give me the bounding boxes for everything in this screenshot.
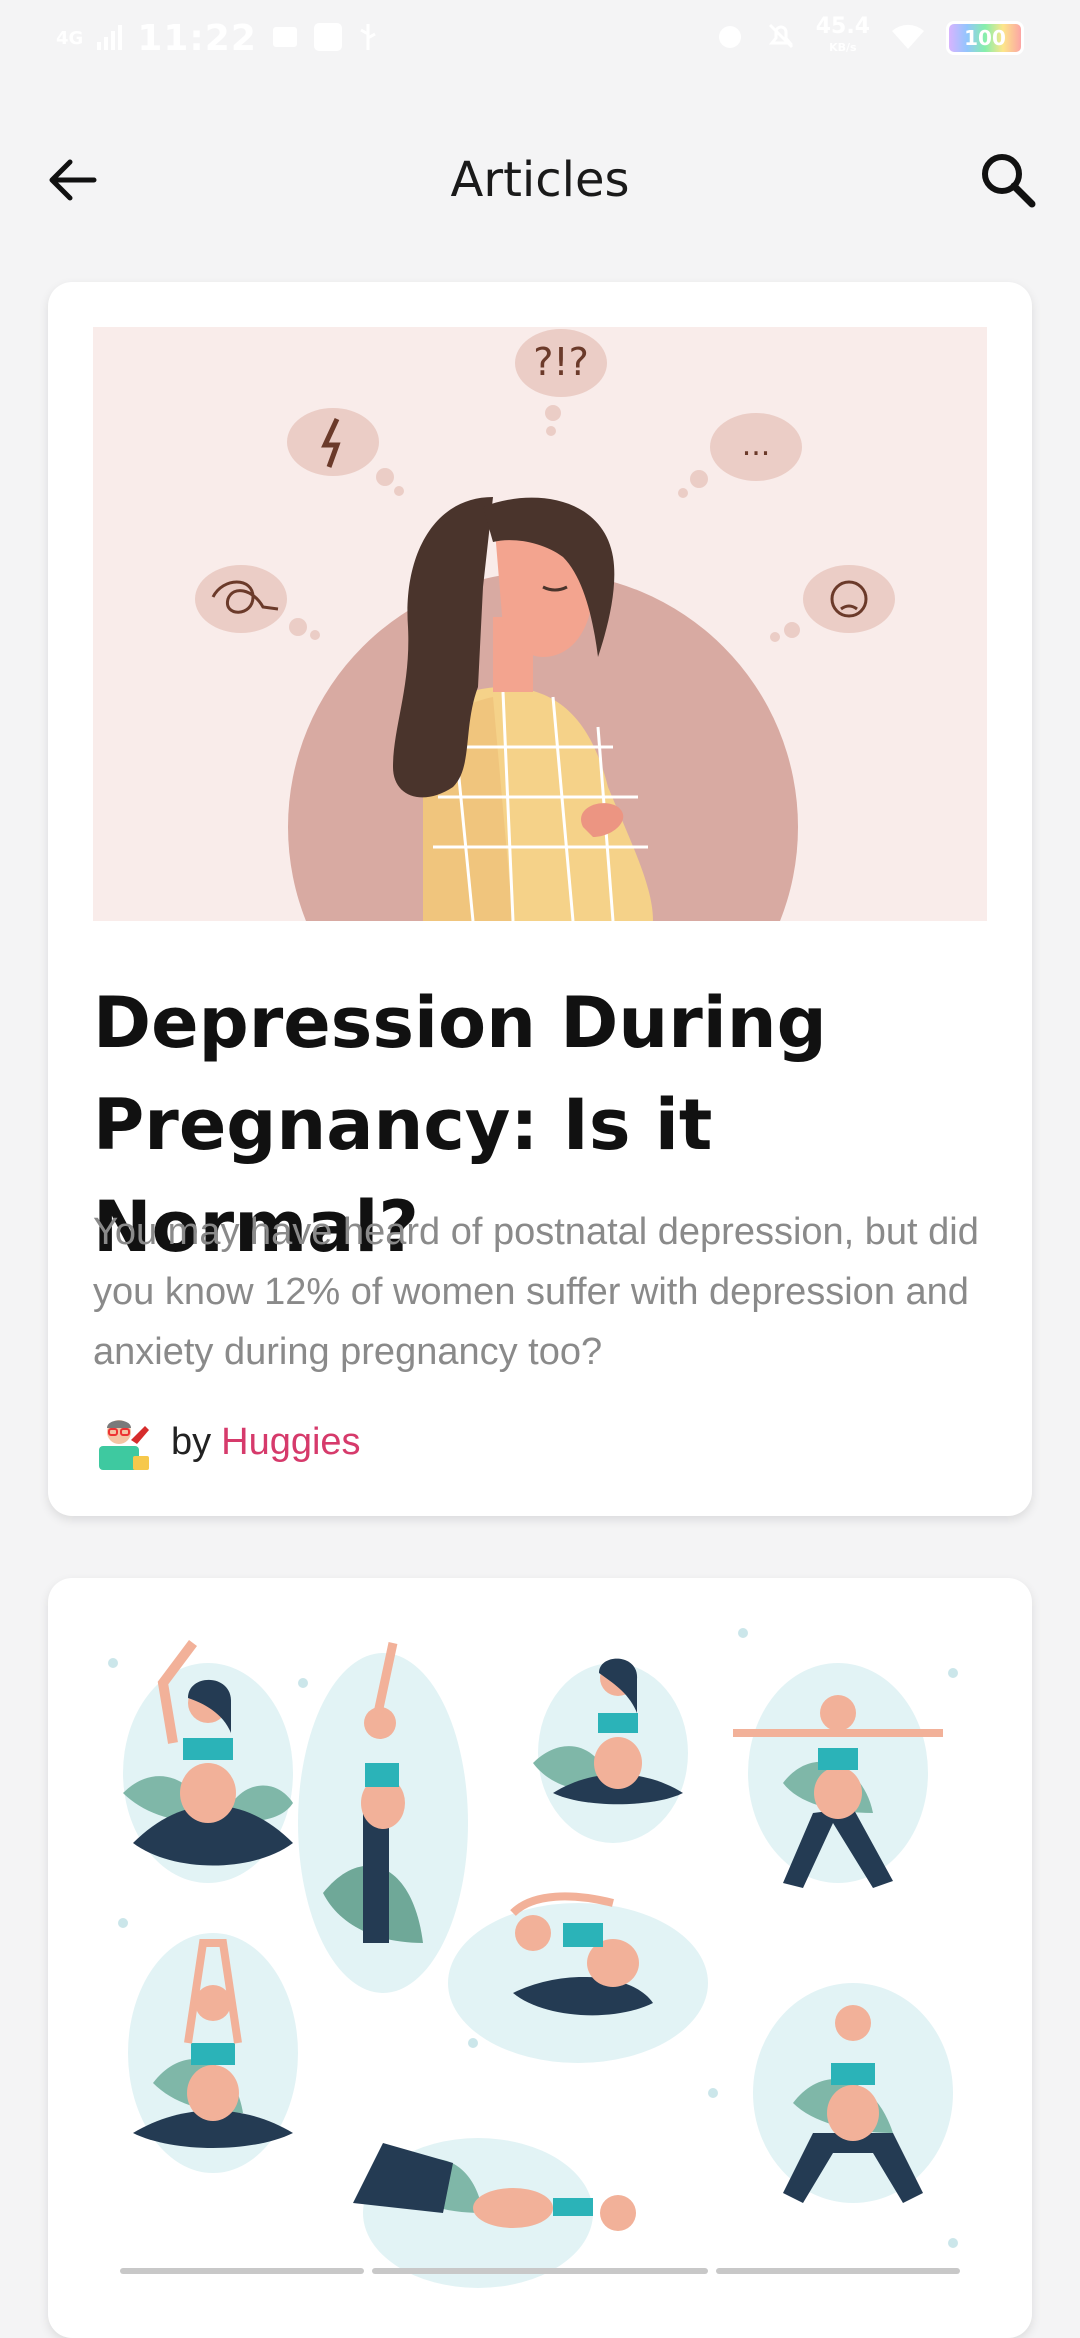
search-icon: [982, 154, 1036, 208]
net-speed-unit: KB/s: [829, 41, 857, 54]
article-card[interactable]: ?!? ... Depression During Pregnancy: Is …: [48, 282, 1032, 1516]
bubble-text-2: ...: [742, 428, 771, 463]
article-description: You may have heard of postnatal depressi…: [93, 1211, 979, 1373]
bubble-text-1: ?!?: [533, 340, 589, 384]
status-bar: 4G 11:22 45.4 KB/s 100: [0, 0, 1080, 84]
article-illustration: [93, 1623, 987, 2323]
clock: 11:22: [137, 18, 257, 59]
scroll-indicator: [372, 2268, 708, 2274]
author-name-link[interactable]: Huggies: [221, 1421, 360, 1464]
article-illustration: ?!? ...: [93, 327, 987, 921]
alarm-icon: [714, 20, 746, 56]
app-header: Articles: [0, 120, 1080, 240]
author-row: by Huggies: [93, 1412, 361, 1472]
wifi-icon: [890, 21, 926, 55]
network-type: 4G: [56, 27, 84, 49]
app-icon: [313, 22, 343, 56]
scroll-indicator: [120, 2268, 364, 2274]
author-avatar: [99, 1420, 149, 1470]
article-card[interactable]: [48, 1578, 1032, 2338]
scroll-indicator: [716, 2268, 960, 2274]
mute-icon: [766, 21, 796, 55]
usb-icon: [357, 22, 379, 56]
search-button[interactable]: [976, 148, 1040, 212]
page-title: Articles: [450, 152, 630, 208]
battery-indicator: 100: [946, 20, 1024, 55]
net-speed-value: 45.4: [815, 14, 870, 39]
message-icon: [271, 23, 299, 55]
author-by-label: by: [171, 1420, 212, 1463]
signal-icon: [97, 24, 123, 54]
net-speed: 45.4 KB/s: [816, 16, 870, 57]
